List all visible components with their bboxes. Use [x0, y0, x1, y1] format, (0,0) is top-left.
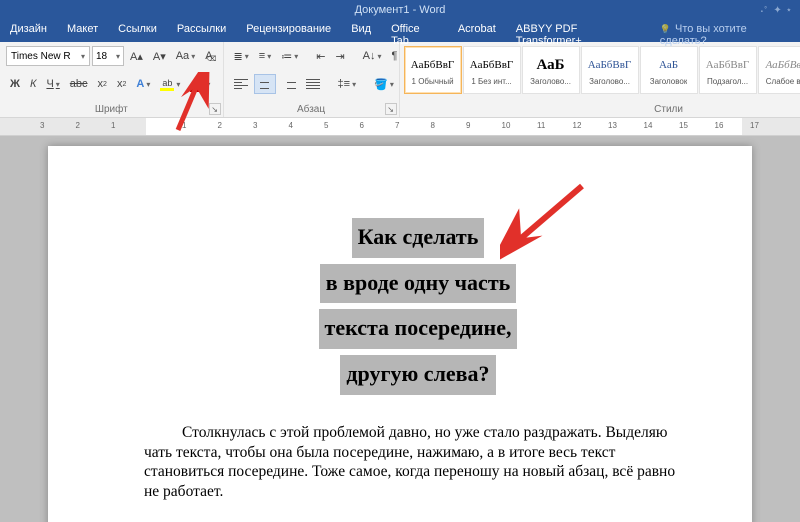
title-bar: Документ1 - Word ･ﾟ✦⋆ [0, 0, 800, 20]
bold-button[interactable]: Ж [6, 74, 24, 94]
horizontal-ruler[interactable]: 3211234567891011121314151617 [0, 118, 800, 136]
strikethrough-button[interactable]: abc [66, 74, 92, 94]
style-gallery[interactable]: АаБбВвГ1 ОбычныйАаБбВвГ1 Без инт...АаБЗа… [404, 46, 800, 94]
bullets-button[interactable]: ≣ [230, 46, 253, 66]
tab-acrobat[interactable]: Acrobat [448, 20, 506, 42]
tab-mailings[interactable]: Рассылки [167, 20, 236, 42]
tab-layout[interactable]: Макет [57, 20, 108, 42]
tell-me-input[interactable]: Что вы хотите сделать? [650, 20, 800, 42]
numbering-icon: ≡ [259, 50, 265, 62]
tab-officetab[interactable]: Office Tab [381, 20, 448, 42]
align-right-icon [282, 79, 296, 89]
group-paragraph: ≣ ≡ ≔ ⇤ ⇥ A↓ ¶ ‡≡ 🪣 ⊞ Абзац ↘ [224, 42, 400, 117]
highlight-button[interactable]: ab [156, 74, 184, 94]
font-size-combo[interactable]: 18 [92, 46, 124, 66]
align-right-button[interactable] [278, 74, 300, 94]
align-justify-icon [306, 79, 320, 89]
tab-view[interactable]: Вид [341, 20, 381, 42]
tab-abbyy[interactable]: ABBYY PDF Transformer+ [506, 20, 650, 42]
ribbon: Times New R 18 A▴ A▾ Aa A⌫ Ж К Ч abc x2 … [0, 42, 800, 118]
group-font: Times New R 18 A▴ A▾ Aa A⌫ Ж К Ч abc x2 … [0, 42, 224, 117]
align-center-icon [258, 79, 272, 89]
line-spacing-button[interactable]: ‡≡ [334, 74, 361, 94]
style-item[interactable]: АаБбВвГСлабое в... [758, 46, 800, 94]
document-area: Как сделатьв вроде одну частьтекста посе… [0, 136, 800, 522]
group-styles-label: Стили [404, 102, 800, 115]
grow-font-button[interactable]: A▴ [126, 46, 147, 66]
outdent-icon: ⇤ [316, 50, 325, 63]
group-paragraph-label: Абзац [230, 102, 393, 115]
superscript-button[interactable]: x2 [113, 74, 130, 94]
ribbon-tabs: Дизайн Макет Ссылки Рассылки Рецензирова… [0, 20, 800, 42]
subscript-button[interactable]: x2 [94, 74, 111, 94]
page[interactable]: Как сделатьв вроде одну частьтекста посе… [48, 146, 752, 522]
underline-button[interactable]: Ч [42, 74, 63, 94]
change-case-button[interactable]: Aa [172, 46, 199, 66]
style-item[interactable]: АаБбВвГЗаголово... [581, 46, 639, 94]
shrink-font-button[interactable]: A▾ [149, 46, 170, 66]
multilevel-icon: ≔ [281, 50, 292, 63]
clear-formatting-button[interactable]: A⌫ [201, 46, 216, 66]
style-item[interactable]: АаБбВвГПодзагол... [699, 46, 757, 94]
increase-indent-button[interactable]: ⇥ [331, 46, 348, 66]
style-item[interactable]: АаБЗаголово... [522, 46, 580, 94]
tab-review[interactable]: Рецензирование [236, 20, 341, 42]
body-paragraph[interactable]: Столкнулась с этой проблемой давно, но у… [144, 423, 692, 502]
tab-references[interactable]: Ссылки [108, 20, 167, 42]
titlebar-decoration: ･ﾟ✦⋆ [759, 0, 792, 20]
sort-button[interactable]: A↓ [359, 46, 386, 66]
shading-icon: 🪣 [374, 78, 388, 91]
multilevel-button[interactable]: ≔ [277, 46, 302, 66]
app-title: Документ1 - Word [355, 4, 446, 16]
paragraph-dialog-launcher[interactable]: ↘ [385, 103, 397, 115]
group-font-label: Шрифт [6, 102, 217, 115]
line-spacing-icon: ‡≡ [338, 78, 351, 90]
group-styles: АаБбВвГ1 ОбычныйАаБбВвГ1 Без инт...АаБЗа… [400, 42, 800, 117]
font-color-button[interactable]: A [186, 74, 214, 94]
numbering-button[interactable]: ≡ [255, 46, 275, 66]
tab-design[interactable]: Дизайн [0, 20, 57, 42]
style-item[interactable]: АаБЗаголовок [640, 46, 698, 94]
align-justify-button[interactable] [302, 74, 324, 94]
decrease-indent-button[interactable]: ⇤ [312, 46, 329, 66]
align-left-icon [234, 79, 248, 89]
font-dialog-launcher[interactable]: ↘ [209, 103, 221, 115]
align-center-button[interactable] [254, 74, 276, 94]
align-left-button[interactable] [230, 74, 252, 94]
selected-centered-text[interactable]: Как сделатьв вроде одну частьтекста посе… [144, 218, 692, 395]
font-name-combo[interactable]: Times New R [6, 46, 90, 66]
pilcrow-icon: ¶ [392, 50, 398, 62]
sort-icon: A↓ [363, 50, 376, 62]
shading-button[interactable]: 🪣 [370, 74, 398, 94]
text-effects-button[interactable]: A [132, 74, 154, 94]
indent-icon: ⇥ [335, 50, 344, 63]
bullets-icon: ≣ [234, 50, 243, 63]
style-item[interactable]: АаБбВвГ1 Без инт... [463, 46, 521, 94]
italic-button[interactable]: К [26, 74, 40, 94]
style-item[interactable]: АаБбВвГ1 Обычный [404, 46, 462, 94]
